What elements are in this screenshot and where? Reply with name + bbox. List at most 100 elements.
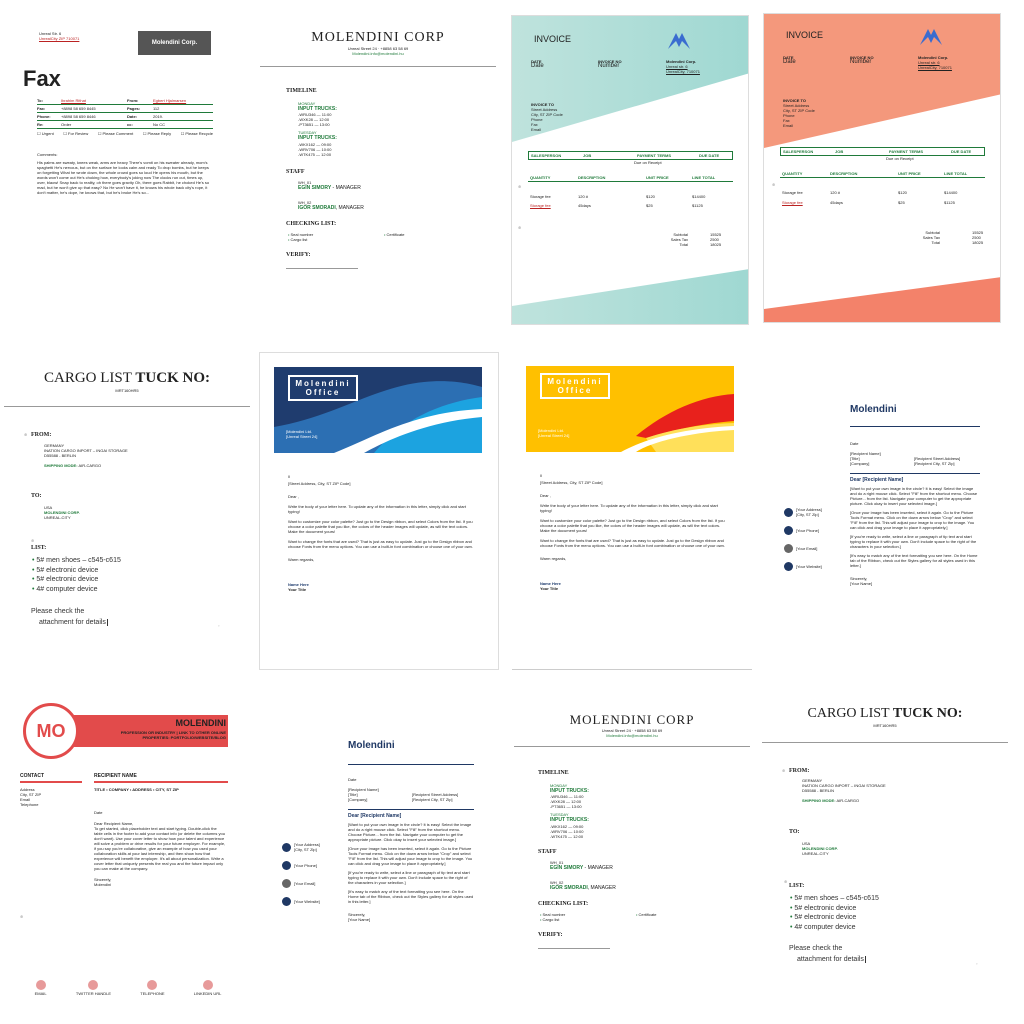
linkedin-icon — [202, 980, 213, 990]
side-line: [City, ST Zip] — [294, 847, 317, 852]
item-cell: $14400 — [944, 190, 958, 195]
footer-label: TWITTER HANDLE — [75, 991, 112, 996]
company-block: Molendini Corp. Unreal str. 6 UnrealCity, … — [666, 59, 700, 74]
to-heading: TO: — [789, 829, 800, 835]
invoice-title: INVOICE — [786, 30, 824, 40]
to-heading: TO: — [31, 493, 42, 499]
letter-title: Molendini — [348, 740, 395, 751]
sidebar-website: [Your Website] — [282, 897, 320, 906]
side-line: [Your Email] — [294, 881, 316, 886]
mo-sign: Molendini — [94, 882, 112, 887]
item-cell: Storage fee — [530, 194, 551, 199]
fax-comments-label: Comments: — [37, 152, 58, 157]
from-line: D55588 - BERLIN — [802, 788, 835, 793]
invoice-no-block: INVOICE NO Number — [598, 59, 622, 69]
letter-recipient-right: [Recipient Street Address] [Recipient Ci… — [412, 792, 458, 802]
fax-label: From: — [127, 98, 139, 103]
mo-cover-letter: MO MOLENDINI PROFESSION OR INDUSTRY | LI… — [8, 688, 248, 1008]
text-cursor — [106, 619, 110, 626]
recipient-line: [Recipient City, ST Zip] — [914, 461, 955, 466]
verify-heading: VERIFY: — [538, 931, 563, 938]
checking-heading: CHECKING LIST: — [538, 901, 589, 907]
twitter-icon — [88, 980, 99, 990]
wh1-role: - MANAGER — [331, 185, 361, 191]
company-logo-icon — [920, 29, 942, 45]
add-row-icon[interactable]: ⊕ — [518, 225, 521, 230]
checking-list: Seal number Cargo list Certificate — [286, 232, 405, 242]
move-handle-icon[interactable]: ⊕ — [784, 879, 787, 884]
office-company-block: [Molendini Ltd. [Unreal Street 24] — [286, 429, 317, 439]
email-icon — [784, 544, 793, 553]
add-row-icon[interactable]: ⊕ — [518, 184, 521, 189]
company-city: UnrealCity, 710071 — [666, 69, 700, 74]
check-item: Cargo list — [288, 237, 384, 242]
item-cell: $1125 — [944, 200, 955, 205]
office-letter-yellow: Molendini Office [Molendini Ltd. [Unreal … — [512, 352, 752, 670]
item-cell: 45days — [830, 200, 843, 205]
letter-title: Molendini — [850, 404, 897, 415]
fax-check-recycle[interactable]: ☐ Please Recycle — [181, 131, 213, 136]
invoice-item-row: Storage fee 120 # $120 $14400 — [530, 194, 735, 199]
sidebar-address: [Your Address] [City, ST Zip] — [784, 507, 822, 517]
due-on-receipt: Due on Receipt — [886, 156, 914, 161]
fax-value: 2019. — [153, 114, 164, 119]
fax-row: To: Ibrahim Rithat From: Egbert Hjalmarsen — [37, 97, 213, 105]
hdr-total: LINE TOTAL — [944, 171, 968, 176]
office-company-block: [Molendini Ltd. [Unreal Street 24] — [538, 428, 569, 438]
move-handle-icon[interactable]: ⊕ — [782, 768, 785, 773]
letter-sidebar: [Your Address] [City, ST Zip] [Your Phone… — [282, 842, 320, 906]
office-paragraph: Want to customize your color palette? Ju… — [288, 519, 473, 534]
corp-email: Molendini.info@molendini.hu — [606, 733, 658, 738]
fax-value: Egbert Hjalmarsen — [153, 98, 187, 103]
to-lines: USA MOLENDINI CORP. UNREAL-CITY — [44, 505, 80, 520]
fax-check-review[interactable]: ☐ For Review — [63, 131, 88, 136]
contact-lines: Address City, ST ZIP Email Telephone — [20, 787, 41, 807]
fax-value: 112 — [153, 106, 160, 111]
cargo-list-document-b: CARGO LIST TUCK NO: MRT160HR5 ⊕ FROM: GE… — [762, 690, 1008, 1008]
wh2-name: IGOR SMORADI — [298, 204, 336, 211]
website-icon — [784, 562, 793, 571]
cargo-list-document-a: CARGO LIST TUCK NO: MRT160HR5 ⊕ FROM: GE… — [4, 352, 250, 662]
office-brand: Molendini Office — [295, 379, 351, 397]
note-line: attachment for details — [39, 617, 110, 628]
resize-handle-icon[interactable]: ▫ — [218, 623, 219, 628]
office-paragraph: Want to change the fonts that are used? … — [540, 538, 726, 548]
fax-title: Fax — [23, 66, 61, 91]
move-handle-icon[interactable]: ⊕ — [24, 432, 27, 437]
fax-check-urgent[interactable]: ☐ Urgent — [37, 131, 54, 136]
phone-icon — [282, 861, 291, 870]
fax-check-reply[interactable]: ☐ Please Reply — [143, 131, 171, 136]
hdr-quantity: QUANTITY — [782, 171, 803, 176]
totals-labels: Subtotal Sales Tax Total — [908, 230, 940, 245]
fax-check-comment[interactable]: ☐ Please Comment — [98, 131, 133, 136]
truck-item: -WTK475 — 12:00 — [550, 833, 584, 839]
invoice-coral-background — [764, 14, 1000, 322]
fax-document: Unreal Str. 6 UnrealCity ZIP 710071 Mole… — [6, 14, 246, 324]
add-row-icon[interactable]: ⊕ — [772, 182, 775, 187]
phone-icon — [784, 526, 793, 535]
date-value: Date — [783, 59, 796, 65]
note-text: attachment for details — [797, 956, 864, 963]
office-letter-blue: Molendini Office [Molendini Ltd. [Unreal … — [259, 352, 499, 670]
resize-handle-icon[interactable]: ▫ — [976, 961, 977, 966]
move-handle-icon[interactable]: ⊕ — [20, 914, 23, 919]
office-brand-box: Molendini Office — [288, 375, 358, 401]
letter-date: Date — [348, 777, 357, 782]
fax-value: Ibrahim Rithat — [61, 98, 86, 103]
location-icon — [282, 842, 291, 852]
sidebar-email: [Your Email] — [784, 544, 822, 553]
cargo-title-a: CARGO LIST — [807, 706, 893, 721]
move-handle-icon[interactable]: ⊕ — [31, 538, 34, 543]
cargo-item: 5# men shoes – c545-c615 — [790, 894, 878, 904]
side-line: [Your Email] — [796, 546, 818, 551]
text-cursor — [864, 956, 868, 963]
from-heading: FROM: — [31, 432, 52, 438]
divider — [850, 473, 980, 474]
timeline-section: TIMELINE MONDAY INPUT TRUCKS: -WRU346 — … — [286, 88, 405, 269]
fax-comments: His palms are sweaty, knees weak, arms a… — [37, 160, 210, 195]
cargo-note: Please check the attachment for details — [789, 943, 868, 965]
truck-item: -WTK475 — 12:00 — [298, 151, 332, 157]
to-lines: USA MOLENDINI CORP. UNREAL-CITY — [802, 841, 838, 856]
totals-values: 15525 2500 18025 — [972, 230, 983, 245]
office-address: [Street Address, City, ST ZIP Code] — [288, 481, 351, 486]
